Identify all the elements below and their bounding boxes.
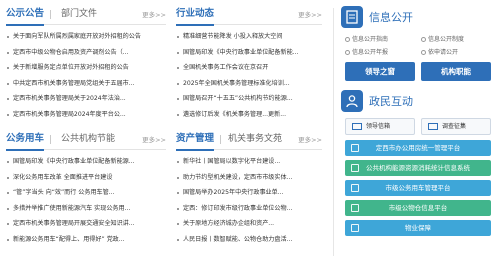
circle-bullet-icon [421, 50, 426, 55]
leader-mailbox-button[interactable]: 领导信箱 [345, 118, 415, 135]
info-disclosure-title: 信息公开 [369, 11, 413, 24]
circle-bullet-icon [345, 50, 350, 55]
list-item[interactable]: 多措并举推广使用新能源汽车 实现公务用... [6, 201, 166, 217]
service-buttons: 定西市办公用房统一管理平台 公共机构能源资源消耗统计信息系统 市级公务用车管理平… [345, 140, 491, 236]
more-link[interactable]: 更多>> [298, 135, 322, 145]
panel-industry-news: 行业动态 更多>> 精准细营节能降发 小投入释放大空间 国管局印发《中央行政事业… [176, 8, 322, 123]
list-item[interactable]: 2025年全国机关事务管理标准化培训... [176, 76, 322, 92]
interaction-header: 政民互动 [341, 90, 494, 118]
news-list: 国管局印发《中央行政事业单位配备新能源... 深化公务用车改革 全面推进平台建设… [6, 154, 166, 248]
column-divider [333, 8, 334, 256]
more-link[interactable]: 更多>> [142, 10, 166, 20]
list-item[interactable]: 深化公务用车改革 全面推进平台建设 [6, 170, 166, 186]
leaders-window-button[interactable]: 领导之窗 [345, 62, 415, 81]
info-disclosure-header: 信息公开 [341, 6, 494, 32]
link-info-guide[interactable]: 信息公开指南 [345, 35, 388, 44]
circle-bullet-icon [421, 37, 426, 42]
list-item[interactable]: 新华社丨国管局以数字化平台建设... [176, 154, 322, 170]
panel-header: 资产管理 | 机关事务文苑 更多>> [176, 133, 322, 151]
list-item[interactable]: 国管局印发《中央行政事业单位配备新能... [176, 45, 322, 61]
public-warehouse-platform-button[interactable]: 市级公物仓信息平台 [345, 200, 491, 216]
panel-header: 行业动态 更多>> [176, 8, 322, 26]
tab-notices[interactable]: 公示公告 [6, 8, 45, 26]
link-info-annual-report[interactable]: 信息公开年报 [345, 48, 388, 57]
list-item[interactable]: 关于原地方经济城办企组和资产... [176, 216, 322, 232]
survey-icon [428, 123, 438, 130]
tab-energy-saving[interactable]: 公共机构节能 [61, 133, 115, 145]
list-item[interactable]: 定西市机关事务管理局关于2024年法治... [6, 91, 166, 107]
tab-affairs-essays[interactable]: 机关事务文苑 [228, 133, 282, 145]
tab-asset-management[interactable]: 资产管理 [176, 133, 215, 151]
tab-official-cars[interactable]: 公务用车 [6, 133, 45, 151]
tab-separator: | [49, 10, 53, 20]
news-list: 精准细营节能降发 小投入释放大空间 国管局印发《中央行政事业单位配备新能... … [176, 29, 322, 123]
panel-header: 公示公告 | 部门文件 更多>> [6, 8, 166, 26]
list-item[interactable]: 人民日报丨数智赋能、公物仓助力盘活... [176, 232, 322, 248]
panel-header: 公务用车 | 公共机构节能 更多>> [6, 133, 166, 151]
news-list: 新华社丨国管局以数字化平台建设... 助力节约型机关建设，定西市市级实体... … [176, 154, 322, 248]
warehouse-icon [351, 204, 359, 212]
list-item[interactable]: 国管局召开“十五五”公共机构节约能源... [176, 91, 322, 107]
info-links: 信息公开指南 信息公开制度 信息公开年报 依申请公开 [341, 32, 494, 62]
list-item[interactable]: 定西市机关事务管理局开展交通安全知识讲... [6, 216, 166, 232]
list-item[interactable]: 助力节约型机关建设，定西市市级实体... [176, 170, 322, 186]
list-item[interactable]: 定西市中级公物仓启用及资产调剂公告（... [6, 45, 166, 61]
wrench-icon [351, 224, 359, 232]
link-request-disclosure[interactable]: 依申请公开 [421, 48, 458, 57]
document-icon [341, 6, 363, 28]
list-item[interactable]: 关于面向军队所属烈属家庭开放对外招租的公告 [6, 29, 166, 45]
property-support-button[interactable]: 物业保障 [345, 220, 491, 236]
list-item[interactable]: 定西：修订印发市级行政事业单位公物... [176, 201, 322, 217]
list-item[interactable]: 定西市机关事务管理局2024年度平台公... [6, 107, 166, 123]
survey-button[interactable]: 调查征集 [421, 118, 491, 135]
tab-separator: | [219, 135, 223, 145]
car-icon [351, 184, 359, 192]
more-link[interactable]: 更多>> [142, 135, 166, 145]
energy-icon [351, 164, 359, 172]
list-item[interactable]: 关于新增服务定点单位开放对外招租的公告 [6, 60, 166, 76]
list-item[interactable]: 中共定西市机关事务管理局党组关于五届市... [6, 76, 166, 92]
energy-statistics-system-button[interactable]: 公共机构能源资源消耗统计信息系统 [345, 160, 491, 176]
office-space-platform-button[interactable]: 定西市办公用房统一管理平台 [345, 140, 491, 156]
panel-notices: 公示公告 | 部门文件 更多>> 关于面向军队所属烈属家庭开放对外招租的公告 定… [6, 8, 166, 123]
list-item[interactable]: 精准细营节能降发 小投入释放大空间 [176, 29, 322, 45]
building-icon [351, 144, 359, 152]
panel-asset-management: 资产管理 | 机关事务文苑 更多>> 新华社丨国管局以数字化平台建设... 助力… [176, 133, 322, 248]
list-item[interactable]: 新能源公务用车“配得上、用得好” 党政... [6, 232, 166, 248]
official-car-platform-button[interactable]: 市级公务用车管理平台 [345, 180, 491, 196]
agency-functions-button[interactable]: 机构职能 [421, 62, 491, 81]
list-item[interactable]: 遴选修订后发《机关事务管理...更新... [176, 107, 322, 123]
list-item[interactable]: “管”字当头 向“效”而行 公务用车管... [6, 185, 166, 201]
link-info-system[interactable]: 信息公开制度 [421, 35, 464, 44]
list-item[interactable]: 全国机关事务工作会议在京召开 [176, 60, 322, 76]
list-item[interactable]: 国管局印发《中央行政事业单位配备新能源... [6, 154, 166, 170]
sidebar: 信息公开 信息公开指南 信息公开制度 信息公开年报 依申请公开 领导之窗 机构职… [341, 6, 494, 240]
interaction-buttons: 领导信箱 调查征集 [341, 118, 494, 140]
circle-bullet-icon [345, 37, 350, 42]
info-buttons: 领导之窗 机构职能 [341, 62, 494, 86]
panel-official-cars: 公务用车 | 公共机构节能 更多>> 国管局印发《中央行政事业单位配备新能源..… [6, 133, 166, 248]
tab-industry-news[interactable]: 行业动态 [176, 8, 215, 26]
list-item[interactable]: 国管局举办2025年中央行政事业单... [176, 185, 322, 201]
more-link[interactable]: 更多>> [298, 10, 322, 20]
people-icon [341, 90, 363, 112]
tab-separator: | [49, 135, 53, 145]
tab-department-files[interactable]: 部门文件 [61, 8, 97, 20]
news-list: 关于面向军队所属烈属家庭开放对外招租的公告 定西市中级公物仓启用及资产调剂公告（… [6, 29, 166, 123]
mail-icon [352, 123, 362, 130]
interaction-title: 政民互动 [369, 95, 413, 108]
